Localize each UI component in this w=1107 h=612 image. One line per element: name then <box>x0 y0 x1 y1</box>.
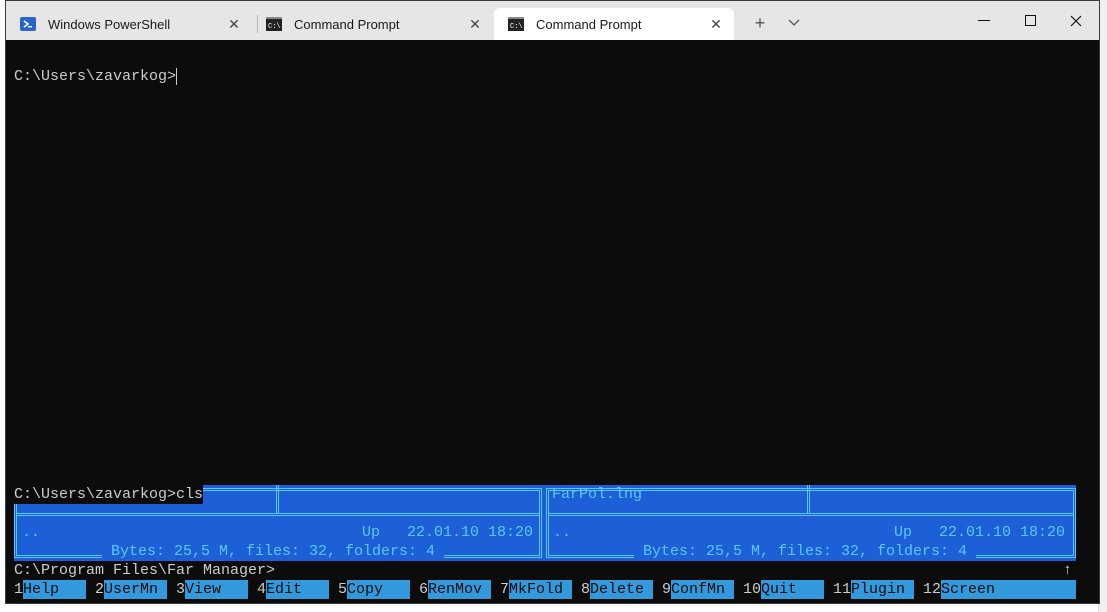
text-cursor <box>176 67 178 85</box>
key-number: 6 <box>419 581 429 598</box>
key-label: RenMov <box>428 580 492 599</box>
key-number: 11 <box>833 581 852 598</box>
key-f3[interactable]: 3View <box>176 580 249 599</box>
tab-dropdown-button[interactable] <box>782 11 806 35</box>
cmd-icon: C:\ <box>266 17 282 31</box>
key-number: 5 <box>338 581 348 598</box>
close-icon[interactable]: ✕ <box>706 16 726 33</box>
key-f8[interactable]: 8Delete <box>581 580 654 599</box>
key-number: 4 <box>257 581 267 598</box>
close-window-button[interactable] <box>1053 1 1099 40</box>
key-f1[interactable]: 1Help <box>14 580 87 599</box>
key-f5[interactable]: 5Copy <box>338 580 411 599</box>
terminal-area[interactable]: C:\Users\zavarkog> .. Up 22.01.10 18:20 … <box>6 40 1099 603</box>
prompt-line: C:\Users\zavarkog> <box>14 67 178 85</box>
key-label: ConfMn <box>671 580 735 599</box>
key-label: View <box>185 580 249 599</box>
right-date-info: Up 22.01.10 18:20 <box>894 524 1066 541</box>
left-panel-separator <box>17 513 539 516</box>
key-f10[interactable]: 10Quit <box>743 580 825 599</box>
maximize-icon <box>1024 15 1036 26</box>
key-label: Edit <box>266 580 330 599</box>
tab-label: Windows PowerShell <box>48 16 171 32</box>
key-number: 12 <box>923 581 942 598</box>
right-panel-separator <box>549 513 1073 516</box>
right-parent-dir[interactable]: .. <box>553 523 571 542</box>
right-panel-column-divider <box>807 485 810 514</box>
scroll-up-arrow-icon: ↑ <box>1063 562 1073 579</box>
left-date-info: Up 22.01.10 18:20 <box>362 524 534 541</box>
tab-command-prompt[interactable]: C:\ Command Prompt ✕ <box>252 8 493 40</box>
left-summary: Bytes: 25,5 M, files: 32, folders: 4 <box>102 542 445 561</box>
function-key-bar: 1Help 2UserMn 3View 4Edit 5Copy 6RenMov … <box>14 580 1077 599</box>
key-number: 3 <box>176 581 186 598</box>
key-f4[interactable]: 4Edit <box>257 580 330 599</box>
close-icon <box>1070 15 1082 26</box>
key-label: Plugin <box>851 580 915 599</box>
key-number: 9 <box>662 581 672 598</box>
close-icon[interactable]: ✕ <box>465 16 485 33</box>
svg-text:C:\: C:\ <box>510 23 523 31</box>
key-label: Quit <box>761 580 825 599</box>
key-label: Copy <box>347 580 411 599</box>
tab-label: Command Prompt <box>294 16 400 32</box>
minimize-button[interactable] <box>961 1 1007 40</box>
left-panel-column-divider <box>276 485 279 514</box>
cmd-icon: C:\ <box>508 17 524 31</box>
key-label: MkFold <box>509 580 573 599</box>
key-number: 7 <box>500 581 510 598</box>
right-file-entry[interactable]: FarPol.lng <box>552 485 642 504</box>
key-f6[interactable]: 6RenMov <box>419 580 492 599</box>
maximize-button[interactable] <box>1007 1 1053 40</box>
right-summary: Bytes: 25,5 M, files: 32, folders: 4 <box>634 542 977 561</box>
key-f11[interactable]: 11Plugin <box>833 580 915 599</box>
key-f12[interactable]: 12Screen <box>923 580 1077 599</box>
key-label: Help <box>23 580 87 599</box>
key-f7[interactable]: 7MkFold <box>500 580 573 599</box>
left-parent-dir[interactable]: .. <box>22 523 40 542</box>
key-label: Screen <box>941 580 1077 599</box>
close-icon[interactable]: ✕ <box>224 16 244 33</box>
key-f2[interactable]: 2UserMn <box>95 580 168 599</box>
svg-text:C:\: C:\ <box>268 23 281 31</box>
minimize-icon <box>978 19 990 21</box>
title-bar: Windows PowerShell ✕ C:\ Command Prompt … <box>6 1 1099 40</box>
terminal-window: Windows PowerShell ✕ C:\ Command Prompt … <box>5 0 1100 604</box>
key-number: 10 <box>743 581 762 598</box>
key-label: Delete <box>590 580 654 599</box>
chevron-down-icon <box>788 19 800 26</box>
new-tab-button[interactable]: + <box>748 11 772 35</box>
key-number: 8 <box>581 581 591 598</box>
powershell-icon <box>20 17 36 31</box>
cls-command-line: C:\Users\zavarkog>cls <box>14 485 204 504</box>
key-number: 2 <box>95 581 105 598</box>
key-f9[interactable]: 9ConfMn <box>662 580 735 599</box>
key-label: UserMn <box>104 580 168 599</box>
far-command-line[interactable]: C:\Program Files\Far Manager> <box>14 561 1076 580</box>
key-number: 1 <box>14 581 24 598</box>
tab-label: Command Prompt <box>536 16 642 32</box>
tab-command-prompt-active[interactable]: C:\ Command Prompt ✕ <box>494 8 734 40</box>
tab-windows-powershell[interactable]: Windows PowerShell ✕ <box>6 8 252 40</box>
